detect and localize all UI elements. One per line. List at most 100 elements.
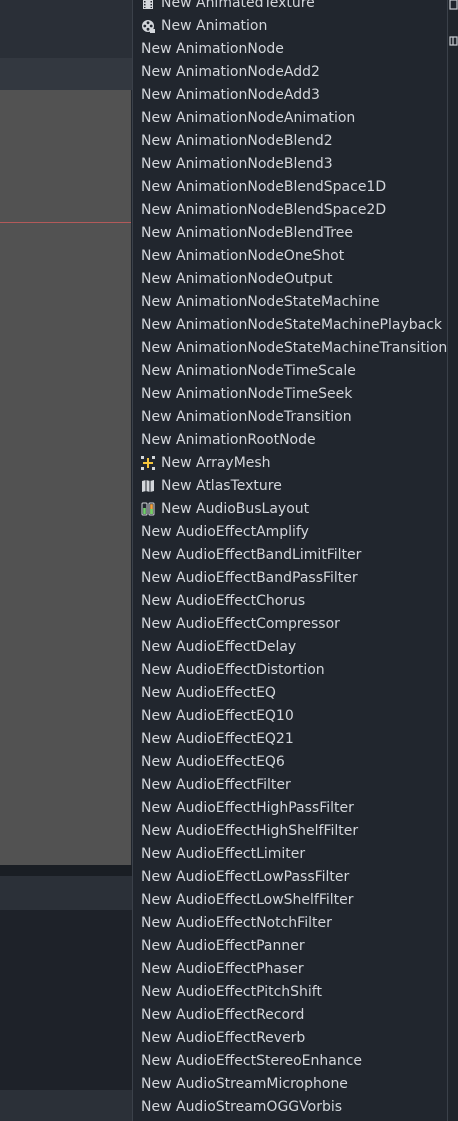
menu-item-animationnodestatemachineplayback[interactable]: New AnimationNodeStateMachinePlayback (133, 313, 447, 336)
menu-item-audioeffectbandpassfilter[interactable]: New AudioEffectBandPassFilter (133, 566, 447, 589)
menu-item-audioeffectdelay[interactable]: New AudioEffectDelay (133, 635, 447, 658)
menu-item-label: New AnimationNodeBlend2 (141, 132, 333, 149)
menu-item-animationnodestatemachinetransition[interactable]: New AnimationNodeStateMachineTransition (133, 336, 447, 359)
menu-item-label: New AudioEffectCompressor (141, 615, 340, 632)
menu-item-animationnodeblend2[interactable]: New AnimationNodeBlend2 (133, 129, 447, 152)
menu-item-label: New Animation (161, 17, 268, 34)
menu-item-label: New AudioEffectPanner (141, 937, 305, 954)
menu-item-label: New AudioEffectLowShelfFilter (141, 891, 354, 908)
menu-item-animationnode[interactable]: New AnimationNode (133, 37, 447, 60)
menu-item-label: New AudioEffectLowPassFilter (141, 868, 350, 885)
editor-toolbar (0, 0, 132, 58)
menu-item-label: New AudioStreamOGGVorbis (141, 1098, 343, 1115)
menu-item-animationnodetimescale[interactable]: New AnimationNodeTimeScale (133, 359, 447, 382)
menu-item-animationnodeanimation[interactable]: New AnimationNodeAnimation (133, 106, 447, 129)
menu-item-audioeffectstereoenhance[interactable]: New AudioEffectStereoEnhance (133, 1049, 447, 1072)
menu-item-audioeffecteq6[interactable]: New AudioEffectEQ6 (133, 750, 447, 773)
menu-item-audioeffectchorus[interactable]: New AudioEffectChorus (133, 589, 447, 612)
menu-item-animationnodestatemachine[interactable]: New AnimationNodeStateMachine (133, 290, 447, 313)
menu-item-audioeffectfilter[interactable]: New AudioEffectFilter (133, 773, 447, 796)
dock-icon[interactable] (449, 34, 458, 48)
menu-item-label: New AnimationNodeTransition (141, 408, 352, 425)
menu-item-audioeffectlowpassfilter[interactable]: New AudioEffectLowPassFilter (133, 865, 447, 888)
menu-item-animation[interactable]: New Animation (133, 14, 447, 37)
panel-separator (0, 865, 132, 876)
menu-item-label: New AudioEffectHighShelfFilter (141, 822, 359, 839)
menu-item-animationnodeblendspace2d[interactable]: New AnimationNodeBlendSpace2D (133, 198, 447, 221)
menu-item-label: New AudioEffectReverb (141, 1029, 306, 1046)
menu-item-audioeffectlimiter[interactable]: New AudioEffectLimiter (133, 842, 447, 865)
viewport-toolbar (0, 58, 132, 90)
menu-item-label: New AudioEffectHighPassFilter (141, 799, 354, 816)
menu-item-animationnodetransition[interactable]: New AnimationNodeTransition (133, 405, 447, 428)
menu-item-label: New AnimationNodeStateMachineTransition (141, 339, 448, 356)
menu-item-audioeffectphaser[interactable]: New AudioEffectPhaser (133, 957, 447, 980)
array-mesh-icon (141, 455, 155, 470)
guide-line (0, 222, 131, 223)
bottom-panel (0, 910, 132, 1090)
bottom-panel-footer (0, 1090, 132, 1121)
menu-item-audioeffectpanner[interactable]: New AudioEffectPanner (133, 934, 447, 957)
menu-item-label: New AnimationNodeOutput (141, 270, 333, 287)
menu-item-audiostreammicrophone[interactable]: New AudioStreamMicrophone (133, 1072, 447, 1095)
menu-item-label: New AudioEffectChorus (141, 592, 306, 609)
menu-item-audioeffectnotchfilter[interactable]: New AudioEffectNotchFilter (133, 911, 447, 934)
menu-item-label: New AudioEffectEQ10 (141, 707, 294, 724)
menu-item-audioeffecthighshelffilter[interactable]: New AudioEffectHighShelfFilter (133, 819, 447, 842)
menu-item-audioeffectlowshelffilter[interactable]: New AudioEffectLowShelfFilter (133, 888, 447, 911)
menu-item-label: New AnimationNodeAdd3 (141, 86, 320, 103)
menu-item-label: New ArrayMesh (161, 454, 271, 471)
animation-icon (141, 19, 155, 33)
menu-item-animationnodeblendtree[interactable]: New AnimationNodeBlendTree (133, 221, 447, 244)
menu-item-label: New AudioEffectEQ6 (141, 753, 285, 770)
menu-item-label: New AnimationNodeTimeScale (141, 362, 356, 379)
menu-item-label: New AnimationNodeBlend3 (141, 155, 333, 172)
menu-item-label: New AnimationNodeStateMachine (141, 293, 380, 310)
menu-item-audioeffecthighpassfilter[interactable]: New AudioEffectHighPassFilter (133, 796, 447, 819)
atlas-map-icon (141, 479, 155, 493)
menu-item-label: New AudioBusLayout (161, 500, 310, 517)
menu-item-label: New AudioEffectStereoEnhance (141, 1052, 363, 1069)
canvas-viewport[interactable] (0, 90, 131, 865)
menu-item-label: New AudioEffectAmplify (141, 523, 309, 540)
menu-item-audioeffectpitchshift[interactable]: New AudioEffectPitchShift (133, 980, 447, 1003)
bottom-panel-bar (0, 876, 132, 910)
menu-item-animationrootnode[interactable]: New AnimationRootNode (133, 428, 447, 451)
menu-item-label: New AudioEffectBandPassFilter (141, 569, 358, 586)
menu-item-audioeffecteq[interactable]: New AudioEffectEQ (133, 681, 447, 704)
menu-item-label: New AnimationNodeTimeSeek (141, 385, 353, 402)
menu-item-audioeffecteq10[interactable]: New AudioEffectEQ10 (133, 704, 447, 727)
menu-item-animationnodeblend3[interactable]: New AnimationNodeBlend3 (133, 152, 447, 175)
menu-item-atlastexture[interactable]: New AtlasTexture (133, 474, 447, 497)
menu-item-animationnodeoutput[interactable]: New AnimationNodeOutput (133, 267, 447, 290)
menu-item-label: New AudioEffectEQ21 (141, 730, 294, 747)
menu-item-animationnodeadd3[interactable]: New AnimationNodeAdd3 (133, 83, 447, 106)
film-icon (141, 0, 155, 10)
menu-item-animationnodetimeseek[interactable]: New AnimationNodeTimeSeek (133, 382, 447, 405)
menu-item-label: New AudioEffectRecord (141, 1006, 305, 1023)
menu-item-audiostreamoggvorbis[interactable]: New AudioStreamOGGVorbis (133, 1095, 447, 1118)
menu-item-animationnodeblendspace1d[interactable]: New AnimationNodeBlendSpace1D (133, 175, 447, 198)
menu-item-label: New AnimationNode (141, 40, 284, 57)
menu-item-label: New AudioEffectNotchFilter (141, 914, 332, 931)
menu-item-animationnodeadd2[interactable]: New AnimationNodeAdd2 (133, 60, 447, 83)
menu-item-audioeffectreverb[interactable]: New AudioEffectReverb (133, 1026, 447, 1049)
menu-item-arraymesh[interactable]: New ArrayMesh (133, 451, 447, 474)
menu-item-audiobuslayout[interactable]: New AudioBusLayout (133, 497, 447, 520)
menu-item-audioeffecteq21[interactable]: New AudioEffectEQ21 (133, 727, 447, 750)
menu-item-audioeffectrecord[interactable]: New AudioEffectRecord (133, 1003, 447, 1026)
menu-item-label: New AudioEffectPhaser (141, 960, 304, 977)
menu-item-label: New AnimationNodeAnimation (141, 109, 356, 126)
menu-item-label: New AnimationNodeBlendSpace2D (141, 201, 387, 218)
menu-item-label: New AudioEffectLimiter (141, 845, 306, 862)
menu-item-audioeffectdistortion[interactable]: New AudioEffectDistortion (133, 658, 447, 681)
inspector-edge (448, 0, 458, 1121)
menu-item-audioeffectbandlimitfilter[interactable]: New AudioEffectBandLimitFilter (133, 543, 447, 566)
menu-item-animatedtexture[interactable]: New AnimatedTexture (133, 0, 447, 14)
menu-item-label: New AudioStreamMicrophone (141, 1075, 348, 1092)
menu-item-animationnodeoneshot[interactable]: New AnimationNodeOneShot (133, 244, 447, 267)
menu-item-label: New AnimationNodeBlendTree (141, 224, 353, 241)
menu-item-audioeffectamplify[interactable]: New AudioEffectAmplify (133, 520, 447, 543)
menu-item-audioeffectcompressor[interactable]: New AudioEffectCompressor (133, 612, 447, 635)
dock-top-icon[interactable] (449, 0, 458, 14)
